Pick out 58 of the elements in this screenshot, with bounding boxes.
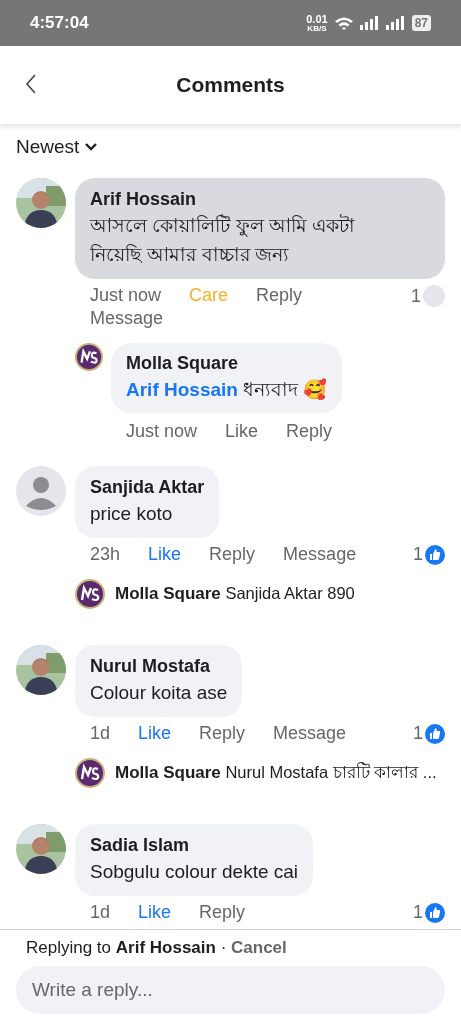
action-link[interactable]: Reply: [199, 902, 246, 923]
like-icon: [425, 544, 445, 565]
reaction-count: 1: [413, 902, 423, 923]
back-icon: [24, 73, 38, 95]
comment-time: Just now: [90, 285, 162, 306]
reaction-placeholder-icon: [423, 285, 445, 307]
reply-text: Arif Hossain ধন্যবাদ 🥰: [126, 377, 328, 402]
like-link[interactable]: Like: [148, 544, 182, 565]
clock-time: 4:57:04: [30, 13, 90, 33]
collapsed-reply[interactable]: Molla Square Sanjida Aktar 890: [75, 579, 445, 609]
comment-text: Sobgulu colour dekte cai: [90, 860, 299, 884]
comment-time: 1d: [90, 902, 111, 923]
reply-input-field[interactable]: Write a reply...: [16, 966, 445, 1014]
action-link[interactable]: Reply: [256, 285, 303, 306]
page-title: Comments: [176, 73, 285, 97]
comment-author[interactable]: Sadia Islam: [90, 834, 299, 857]
reaction-count: 1: [411, 285, 421, 307]
collapsed-reply[interactable]: Molla Square Nurul Mostafa চারটি কালার ...: [75, 758, 445, 788]
action-link[interactable]: Message: [283, 544, 357, 565]
action-link[interactable]: Reply: [209, 544, 256, 565]
chevron-down-icon: [85, 143, 98, 151]
reaction-count: 1: [413, 544, 423, 565]
cancel-link[interactable]: Cancel: [231, 938, 287, 957]
reply-preview[interactable]: Molla Square Nurul Mostafa চারটি কালার ...: [115, 759, 437, 787]
avatar-icon: [16, 466, 66, 516]
comment-text: আসলে কোয়ালিটি ফুল আমি একটা নিয়েছি আমার বাচ্চার জন্য: [90, 213, 357, 267]
wifi-icon: [333, 15, 354, 31]
action-link[interactable]: Reply: [286, 421, 333, 442]
action-link[interactable]: Message: [90, 308, 164, 329]
comment-text: price koto: [90, 502, 174, 526]
brand-logo-icon: [75, 758, 105, 788]
like-icon: [425, 723, 445, 744]
like-icon: [425, 902, 445, 923]
signal-icon: [385, 16, 406, 30]
brand-logo-icon: [75, 579, 105, 609]
network-speed: 0.01: [306, 13, 328, 25]
comment-time: 23h: [90, 544, 121, 565]
comment-time: 1d: [90, 723, 111, 744]
replying-to-text: Replying to Arif Hossain ·: [26, 938, 227, 957]
reply-author[interactable]: Molla Square: [126, 352, 328, 375]
action-link[interactable]: Message: [273, 723, 347, 744]
action-link[interactable]: Reply: [199, 723, 246, 744]
like-link[interactable]: Like: [138, 902, 172, 923]
comment-author[interactable]: Nurul Mostafa: [90, 655, 228, 678]
action-link[interactable]: Like: [225, 421, 259, 442]
signal-icon: [359, 16, 380, 30]
back-button[interactable]: [24, 73, 38, 95]
reply-time: Just now: [126, 421, 198, 442]
battery-level: 87: [411, 15, 431, 31]
like-link[interactable]: Like: [138, 723, 172, 744]
comment-text: Colour koita ase: [90, 681, 228, 705]
comment-author[interactable]: Sanjida Aktar: [90, 476, 205, 499]
sort-dropdown[interactable]: Newest: [16, 136, 98, 158]
reply-preview[interactable]: Molla Square Sanjida Aktar 890: [115, 584, 355, 604]
comment-author[interactable]: Arif Hossain: [90, 188, 395, 211]
reaction-count: 1: [413, 723, 423, 744]
network-speed-unit: KB/S: [307, 24, 327, 33]
brand-logo-icon: [75, 343, 103, 371]
